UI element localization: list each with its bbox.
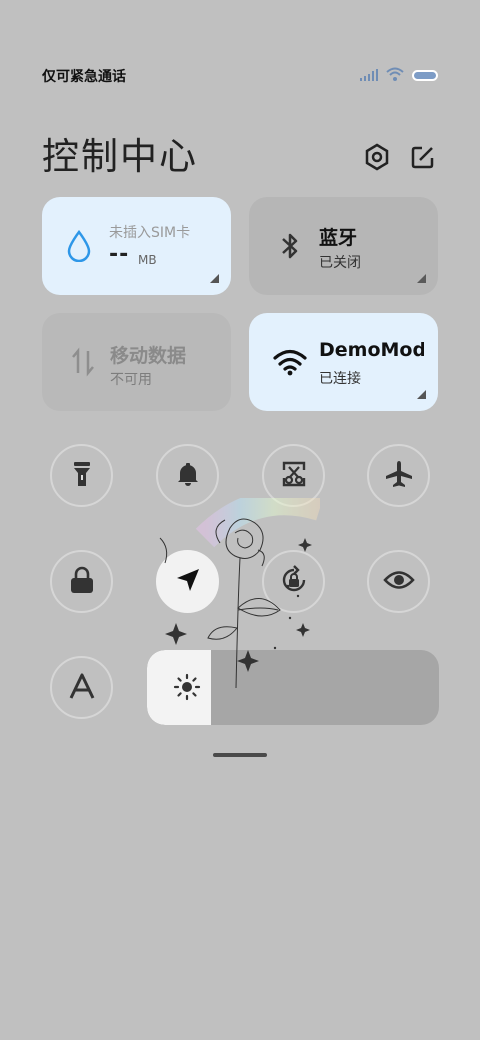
page-title: 控制中心 [42,135,198,178]
brightness-slider[interactable] [147,650,439,725]
data-usage-value: -- [109,242,130,267]
location-arrow-icon [175,567,201,597]
bluetooth-status: 已关闭 [319,255,361,271]
eye-care-toggle[interactable] [367,550,430,613]
wifi-status: 已连接 [319,371,361,387]
expand-corner-icon [417,274,426,283]
mobile-data-status: 不可用 [110,372,152,388]
font-icon [68,673,96,703]
scissors-icon [280,460,308,492]
flashlight-toggle[interactable] [50,444,113,507]
wifi-icon [273,344,307,380]
water-drop-icon [62,228,96,264]
status-bar: 仅可紧急通话 [42,62,438,90]
screenshot-toggle[interactable] [262,444,325,507]
flashlight-icon [72,461,92,491]
data-usage-unit: MB [138,253,157,267]
airplane-mode-toggle[interactable] [367,444,430,507]
airplane-icon [384,459,414,493]
edit-button[interactable] [408,144,438,174]
bluetooth-title: 蓝牙 [319,227,358,249]
data-transfer-icon [66,344,100,380]
lock-icon [69,566,95,598]
mobile-data-tile[interactable]: 移动数据 不可用 [42,313,231,411]
sun-icon [172,672,202,702]
bell-icon [175,461,201,491]
wifi-tile[interactable]: DemoMod 已连接 [249,313,438,411]
wifi-network-name: DemoMod [319,339,424,361]
expand-corner-icon [417,390,426,399]
bluetooth-icon [273,228,307,264]
data-usage-tile[interactable]: 未插入SIM卡 -- MB [42,197,231,295]
mobile-data-title: 移动数据 [110,345,187,367]
settings-button[interactable] [362,143,392,175]
wifi-icon [386,66,404,85]
auto-rotate-toggle[interactable] [262,550,325,613]
settings-icon [364,143,390,175]
signal-icon [360,66,378,85]
sim-status-label: 未插入SIM卡 [109,225,191,241]
rotation-lock-icon [279,564,309,599]
font-toggle[interactable] [50,656,113,719]
bluetooth-tile[interactable]: 蓝牙 已关闭 [249,197,438,295]
edit-icon [410,144,436,174]
ring-toggle[interactable] [156,444,219,507]
carrier-status-text: 仅可紧急通话 [42,69,126,85]
location-toggle[interactable] [156,550,219,613]
battery-icon [412,70,438,81]
eye-icon [382,569,415,595]
expand-corner-icon [210,274,219,283]
home-indicator[interactable] [213,753,267,757]
status-icons [360,66,438,85]
lock-screen-toggle[interactable] [50,550,113,613]
